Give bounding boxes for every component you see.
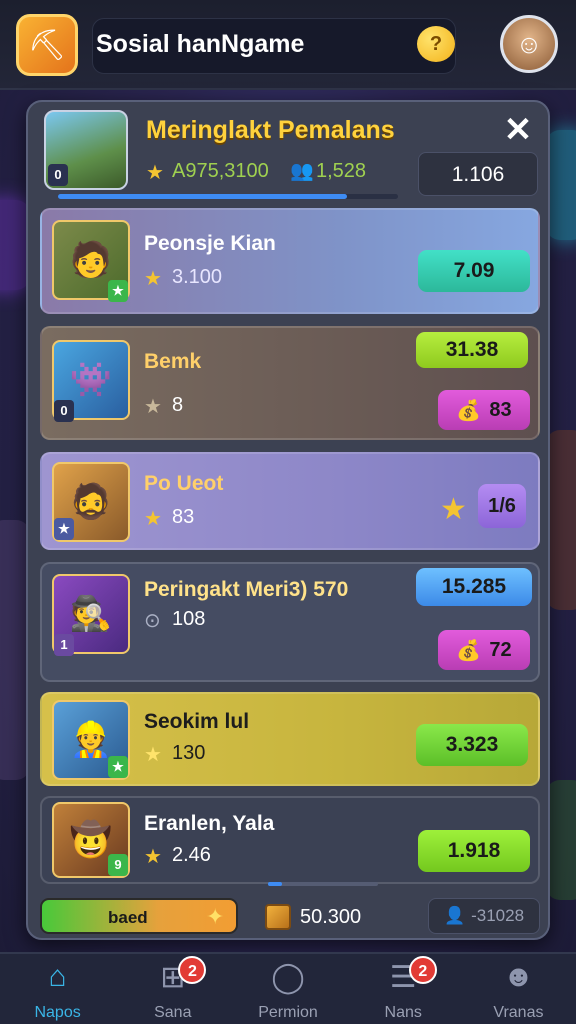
scroll-indicator — [268, 882, 282, 886]
list-item[interactable]: 👷 ★ Seokim lul ★ 130 3.323 — [40, 692, 540, 786]
star-icon: ★ — [144, 268, 162, 290]
player-name: Peringakt Meri3) 570 — [144, 578, 349, 601]
miner-hero-icon[interactable]: ⛏ — [16, 14, 78, 76]
progress-bar — [58, 194, 398, 199]
chip-button[interactable]: 💰 72 — [438, 630, 530, 670]
leaderboard-panel: 0 Meringlakt Pemalans ✕ ★ A975,3100 👥 1,… — [26, 100, 550, 940]
nav-item-permion[interactable]: ◯ Permion — [230, 954, 345, 1024]
chip-value: 72 — [489, 638, 512, 661]
score-button[interactable]: 7.09 — [418, 250, 530, 292]
player-stat: 130 — [172, 742, 206, 764]
nav-item-vranas[interactable]: ☻ Vranas — [461, 954, 576, 1024]
person-icon: 👤 — [443, 906, 466, 925]
nav-item-nans[interactable]: ☰ 2 Nans — [346, 954, 461, 1024]
home-icon: ⌂ — [48, 960, 67, 993]
rank-badge: ★ — [108, 756, 128, 778]
list-item[interactable]: 🤠 9 Eranlen, Yala ★ 2.46 1.918 — [40, 796, 540, 884]
score-button[interactable]: 3.323 — [416, 724, 528, 766]
player-avatar[interactable]: ☺ — [500, 15, 558, 73]
bonus-button[interactable]: baed ✦ — [40, 898, 238, 934]
player-stat: 3.100 — [172, 266, 223, 288]
rank-value: -31028 — [471, 906, 525, 925]
player-name: Peonsje Kian — [144, 232, 276, 255]
event-thumb-badge: 0 — [48, 164, 68, 186]
close-button[interactable]: ✕ — [500, 112, 536, 148]
chip-value: 83 — [489, 398, 512, 421]
player-name: Bemk — [144, 350, 202, 373]
chip-value: 1/6 — [488, 494, 516, 517]
panel-header: 0 Meringlakt Pemalans ✕ ★ A975,3100 👥 1,… — [28, 102, 548, 202]
crate-icon — [265, 904, 291, 930]
progress-fill — [58, 194, 347, 199]
event-thumbnail: 0 — [44, 110, 128, 190]
players-icon: 👥 — [290, 161, 314, 182]
player-stat: 2.46 — [172, 844, 211, 866]
player-stat: 8 — [172, 394, 184, 416]
bonus-star-icon: ✦ — [206, 904, 225, 929]
star-outline-icon: ★ — [144, 396, 162, 418]
bg-right-glow — [546, 130, 576, 240]
top-bar: ⛏ Sosial hanNgame ? ☺ — [0, 0, 576, 90]
coin-icon: ⊙ — [144, 610, 161, 632]
star-icon: ★ — [146, 162, 164, 184]
rank-pill[interactable]: 👤 -31028 — [428, 898, 540, 934]
list-item[interactable]: 🕵 1 Peringakt Meri3) 570 ⊙ 108 15.285 💰 … — [40, 562, 540, 682]
header-value-box[interactable]: 1.106 — [418, 152, 538, 196]
score-button[interactable]: 15.285 — [416, 568, 532, 606]
star-icon: ★ — [144, 846, 162, 868]
notification-badge: 2 — [408, 956, 437, 984]
players-stat: 1,528 — [316, 160, 367, 182]
money-bag-icon: 💰 — [456, 399, 482, 422]
nav-label: Sana — [154, 1004, 192, 1021]
nav-item-napos[interactable]: ⌂ Napos — [0, 954, 115, 1024]
nav-item-sana[interactable]: ⊞ 2 Sana — [115, 954, 230, 1024]
rank-badge: ★ — [54, 518, 74, 540]
bonus-label: baed — [108, 908, 148, 927]
panel-title: Meringlakt Pemalans — [146, 116, 395, 144]
player-name: Eranlen, Yala — [144, 812, 275, 835]
list-item[interactable]: 🧑 ★ Peonsje Kian ★ 3.100 7.09 — [40, 208, 540, 314]
chat-icon: ◯ — [271, 961, 305, 994]
points-stat: A975,3100 — [172, 160, 269, 182]
panel-footer: baed ✦ 50.300 👤 -31028 — [40, 898, 540, 938]
score-button[interactable]: 31.38 — [416, 332, 528, 368]
crate-value: 50.300 — [300, 906, 362, 928]
nav-label: Nans — [384, 1004, 422, 1021]
chat-bubble-icon[interactable]: ? — [417, 26, 455, 62]
list-item[interactable]: 👾 0 Bemk ★ 8 31.38 💰 83 — [40, 326, 540, 440]
score-button[interactable]: 1.918 — [418, 830, 530, 872]
star-icon: ★ — [144, 508, 162, 530]
player-name: Po Ueot — [144, 472, 224, 495]
star-icon: ★ — [144, 744, 162, 766]
bottom-nav: ⌂ Napos ⊞ 2 Sana ◯ Permion ☰ 2 Nans ☻ Vr… — [0, 952, 576, 1024]
mail-icon: ☰ — [389, 961, 417, 994]
nav-label: Vranas — [493, 1004, 544, 1021]
chip-button[interactable]: 💰 83 — [438, 390, 530, 430]
scroll-track — [268, 882, 378, 886]
gold-star-icon: ★ — [440, 493, 467, 526]
nav-label: Napos — [34, 1004, 81, 1021]
player-stat: 108 — [172, 608, 206, 630]
chip-button[interactable]: 1/6 — [478, 484, 526, 528]
app-title: Sosial hanNgame — [96, 30, 305, 58]
game-controller-icon: ⊞ — [160, 961, 186, 994]
rank-badge: ★ — [108, 280, 128, 302]
rank-badge: 1 — [54, 634, 74, 656]
nav-label: Permion — [258, 1004, 318, 1021]
money-bag-icon: 💰 — [456, 639, 482, 662]
player-stat: 83 — [172, 506, 195, 528]
rank-badge: 9 — [108, 854, 128, 876]
list-item[interactable]: 🧔 ★ Po Ueot ★ 83 ★ 1/6 — [40, 452, 540, 550]
rank-badge: 0 — [54, 400, 74, 422]
profile-icon: ☻ — [502, 960, 535, 993]
bg-right-tree — [546, 780, 576, 900]
bg-right-building — [546, 430, 576, 610]
player-name: Seokim lul — [144, 710, 250, 733]
